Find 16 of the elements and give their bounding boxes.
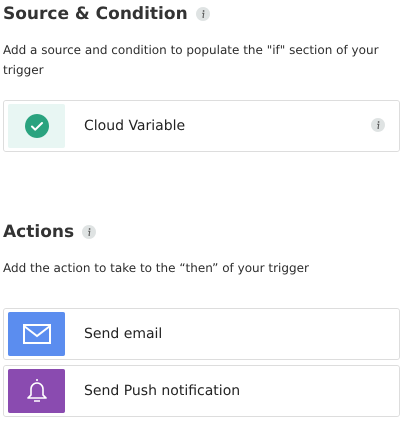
info-icon[interactable]: [82, 225, 96, 239]
info-icon[interactable]: [196, 7, 210, 21]
option-card[interactable]: Send Push notification: [3, 365, 400, 417]
info-icon[interactable]: [371, 118, 385, 132]
section-description: Add the action to take to the “then” of your trigger: [3, 260, 310, 277]
section-description: Add a source and condition to populate the "if" section of your trigger: [3, 42, 380, 79]
section-heading: Actions: [3, 222, 74, 242]
check-icon: [24, 114, 48, 138]
option-label: Cloud Variable: [84, 118, 186, 134]
option-card[interactable]: Cloud Variable: [3, 100, 400, 152]
option-label: Send Push notification: [84, 383, 242, 399]
option-label: Send email: [84, 326, 164, 342]
section-heading: Source & Condition: [3, 4, 188, 24]
envelope-icon: [22, 324, 50, 344]
bell-icon: [26, 378, 48, 404]
option-card[interactable]: Send email: [3, 308, 400, 360]
